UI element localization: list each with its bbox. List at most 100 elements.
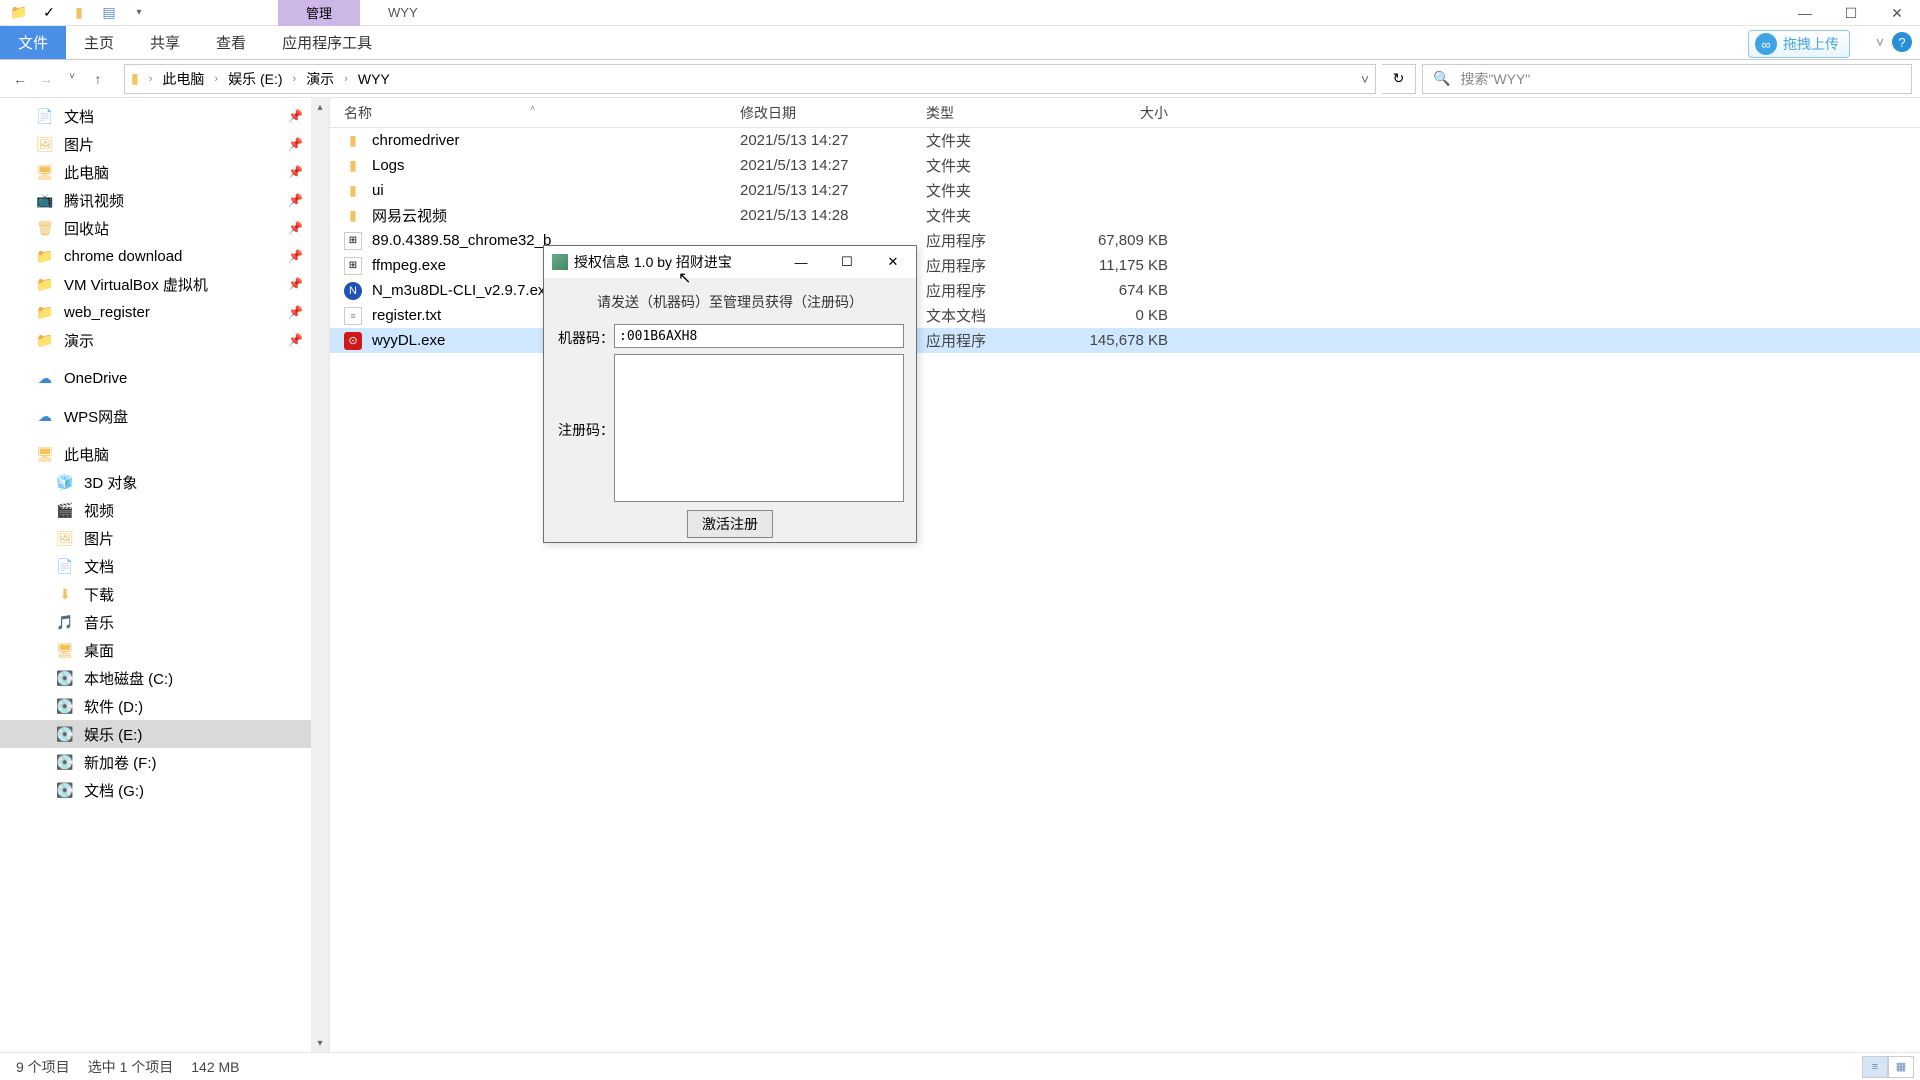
sidebar-item[interactable]: 💽本地磁盘 (C:) xyxy=(0,664,329,692)
sidebar-item[interactable]: 💽娱乐 (E:) xyxy=(0,720,329,748)
pin-icon: 📌 xyxy=(288,277,303,291)
sidebar-item[interactable]: 📄文档📌 xyxy=(0,102,329,130)
sidebar-item[interactable]: 💽新加卷 (F:) xyxy=(0,748,329,776)
breadcrumb-dropdown-icon[interactable]: ˅ xyxy=(1361,71,1369,87)
file-row[interactable]: ▮ui2021/5/13 14:27文件夹 xyxy=(330,178,1920,203)
window-titlebar: 📁 ✓ ▮ ▤ ▾ 管理 WYY — ☐ ✕ xyxy=(0,0,1920,26)
sidebar-scrollbar[interactable]: ▴ ▾ xyxy=(311,98,329,1052)
file-row[interactable]: ▮Logs2021/5/13 14:27文件夹 xyxy=(330,153,1920,178)
file-date: 2021/5/13 14:27 xyxy=(740,182,926,199)
status-bar: 9 个项目 选中 1 个项目 142 MB ≡ ▦ xyxy=(0,1052,1920,1080)
pc-icon: ▮ xyxy=(131,70,139,87)
nav-forward-button[interactable]: → xyxy=(36,71,56,87)
sidebar-item[interactable]: 📁web_register📌 xyxy=(0,298,329,326)
nav-up-button[interactable]: ↑ xyxy=(88,71,108,87)
register-code-input[interactable] xyxy=(614,354,904,502)
sidebar-item[interactable]: 🎵音乐 xyxy=(0,608,329,636)
chevron-right-icon[interactable]: › xyxy=(293,73,297,85)
scroll-down-icon[interactable]: ▾ xyxy=(311,1034,329,1052)
sidebar-item[interactable]: 💽软件 (D:) xyxy=(0,692,329,720)
sidebar-item[interactable]: ☁OneDrive xyxy=(0,364,329,392)
machine-code-input[interactable] xyxy=(614,324,904,348)
sidebar-item[interactable]: 🎬视频 xyxy=(0,496,329,524)
sidebar-item[interactable]: 🖼图片 xyxy=(0,524,329,552)
tree-item-label: 文档 xyxy=(84,556,114,577)
activate-button[interactable]: 激活注册 xyxy=(687,510,773,538)
qat-dropdown-icon[interactable]: ▾ xyxy=(130,4,148,22)
sidebar-item[interactable]: 📺腾讯视频📌 xyxy=(0,186,329,214)
view-icons-button[interactable]: ▦ xyxy=(1888,1056,1914,1078)
breadcrumb-pc[interactable]: 此电脑 xyxy=(162,69,204,89)
sidebar-item[interactable]: ☁WPS网盘 xyxy=(0,402,329,430)
tree-item-icon: 📁 xyxy=(36,276,54,292)
ribbon-tab-share[interactable]: 共享 xyxy=(132,26,198,59)
sidebar-item[interactable]: 📄 文档 xyxy=(0,552,329,580)
file-icon: ⊞ xyxy=(344,257,362,275)
column-type[interactable]: 类型 xyxy=(926,103,1080,123)
column-date[interactable]: 修改日期 xyxy=(740,103,926,123)
breadcrumb[interactable]: ▮ › 此电脑 › 娱乐 (E:) › 演示 › WYY ˅ xyxy=(124,64,1376,94)
tree-item-label: 文档 xyxy=(64,106,94,127)
nav-back-button[interactable]: ← xyxy=(10,71,30,87)
file-row[interactable]: ▮网易云视频2021/5/13 14:28文件夹 xyxy=(330,203,1920,228)
status-size: 142 MB xyxy=(191,1059,239,1075)
search-input[interactable]: 🔍 搜索"WYY" xyxy=(1422,64,1912,94)
sidebar-item[interactable]: ⬇下载 xyxy=(0,580,329,608)
tree-item-label: VM VirtualBox 虚拟机 xyxy=(64,274,208,295)
breadcrumb-folder1[interactable]: 演示 xyxy=(306,69,334,89)
dialog-maximize-button[interactable]: ☐ xyxy=(824,246,870,278)
chevron-right-icon[interactable]: › xyxy=(149,73,153,85)
file-row[interactable]: ▮chromedriver2021/5/13 14:27文件夹 xyxy=(330,128,1920,153)
properties-quick-icon[interactable]: ▤ xyxy=(100,4,118,22)
view-details-button[interactable]: ≡ xyxy=(1862,1056,1888,1078)
file-name: register.txt xyxy=(372,307,441,324)
chevron-right-icon[interactable]: › xyxy=(344,73,348,85)
folder-quick-icon[interactable]: ▮ xyxy=(70,4,88,22)
title-folder-name: WYY xyxy=(360,0,446,26)
chevron-right-icon[interactable]: › xyxy=(214,73,218,85)
pin-icon: 📌 xyxy=(288,109,303,123)
tree-item-icon: 🖥 xyxy=(36,446,54,462)
tree-item-icon: 📄 xyxy=(56,558,74,574)
dialog-close-button[interactable]: ✕ xyxy=(870,246,916,278)
tree-item-label: 腾讯视频 xyxy=(64,190,124,211)
ribbon-collapse-icon[interactable]: ˅ xyxy=(1876,34,1884,50)
tree-item-label: 图片 xyxy=(84,528,114,549)
nav-history-dropdown[interactable]: ˅ xyxy=(62,71,82,87)
breadcrumb-folder2[interactable]: WYY xyxy=(358,71,390,87)
ribbon-tab-apptools[interactable]: 应用程序工具 xyxy=(264,26,390,59)
sidebar-item[interactable]: 🖼图片📌 xyxy=(0,130,329,158)
refresh-button[interactable]: ↻ xyxy=(1382,64,1416,94)
dialog-minimize-button[interactable]: — xyxy=(778,246,824,278)
close-button[interactable]: ✕ xyxy=(1874,0,1920,26)
drag-upload-button[interactable]: ∞ 拖拽上传 xyxy=(1748,30,1850,58)
explorer-icon: 📁 xyxy=(10,4,28,22)
ribbon-tab-file[interactable]: 文件 xyxy=(0,26,66,59)
dialog-titlebar[interactable]: 授权信息 1.0 by 招财进宝 — ☐ ✕ xyxy=(544,246,916,278)
column-size[interactable]: 大小 xyxy=(1080,103,1176,123)
tree-item-label: 此电脑 xyxy=(64,162,109,183)
save-quick-icon[interactable]: ✓ xyxy=(40,4,58,22)
context-tab-manage[interactable]: 管理 xyxy=(278,0,360,26)
sidebar-item[interactable]: 🧊3D 对象 xyxy=(0,468,329,496)
sidebar-item[interactable]: 📁 VM VirtualBox 虚拟机 📌 xyxy=(0,270,329,298)
column-name[interactable]: 名称˄ xyxy=(330,103,740,123)
tree-item-label: 下载 xyxy=(84,584,114,605)
sidebar-item[interactable]: 🖥此电脑📌 xyxy=(0,158,329,186)
sidebar-item[interactable]: 🖥此电脑 xyxy=(0,440,329,468)
breadcrumb-drive[interactable]: 娱乐 (E:) xyxy=(228,69,282,89)
sidebar-item[interactable]: 🖥桌面 xyxy=(0,636,329,664)
help-icon[interactable]: ? xyxy=(1892,32,1912,52)
minimize-button[interactable]: — xyxy=(1782,0,1828,26)
sidebar-item[interactable]: 📁chrome download📌 xyxy=(0,242,329,270)
ribbon-tab-view[interactable]: 查看 xyxy=(198,26,264,59)
file-type: 应用程序 xyxy=(926,330,1080,351)
tree-item-icon: 🎵 xyxy=(56,614,74,630)
tree-item-label: 娱乐 (E:) xyxy=(84,724,142,745)
scroll-up-icon[interactable]: ▴ xyxy=(311,98,329,116)
ribbon-tab-home[interactable]: 主页 xyxy=(66,26,132,59)
sidebar-item[interactable]: 📁演示📌 xyxy=(0,326,329,354)
sidebar-item[interactable]: 🗑回收站📌 xyxy=(0,214,329,242)
sidebar-item[interactable]: 💽文档 (G:) xyxy=(0,776,329,804)
maximize-button[interactable]: ☐ xyxy=(1828,0,1874,26)
